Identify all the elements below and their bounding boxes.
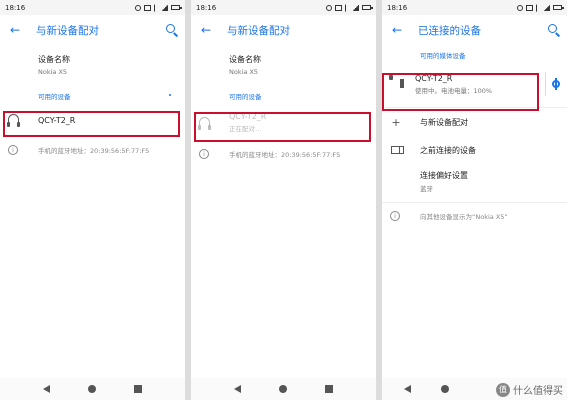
bluetooth-icon (154, 3, 158, 12)
plus-icon: + (391, 115, 401, 129)
visible-as-row: i 向其他设备显示为“Nokia X5” (382, 203, 567, 229)
visible-as-text: 向其他设备显示为“Nokia X5” (420, 213, 508, 221)
status-icons (517, 3, 564, 12)
highlight-box (3, 111, 180, 137)
bluetooth-icon (345, 3, 349, 12)
nav-back-icon[interactable] (404, 385, 411, 393)
section-title: 可用的设备 (229, 93, 262, 101)
device-name-row[interactable]: 设备名称 Nokia X5 (0, 45, 185, 85)
status-icons (326, 3, 373, 12)
image-icon (335, 4, 342, 11)
watermark-text: 什么值得买 (513, 386, 563, 397)
image-icon (526, 4, 533, 11)
status-bar: 18:16 (191, 0, 376, 15)
info-icon: i (8, 145, 18, 155)
image-icon (144, 4, 151, 11)
available-devices-header: 可用的设备 (191, 85, 376, 107)
alarm-icon (517, 4, 523, 11)
device-name-label: 设备名称 (38, 55, 70, 64)
nav-back-icon[interactable] (234, 385, 241, 393)
prefs-label: 连接偏好设置 (420, 170, 468, 180)
row-divider (545, 72, 546, 96)
bt-address-row: i 手机的蓝牙地址：20:39:56:5F:77:F5 (191, 141, 376, 167)
alarm-icon (326, 4, 332, 11)
signal-icon (352, 4, 359, 11)
watermark-logo: 值 (496, 382, 510, 397)
app-bar: ← 已连接的设备 (382, 15, 567, 45)
available-devices-header: 可用的设备 (0, 85, 185, 107)
status-time: 18:16 (5, 3, 26, 12)
nav-home-icon[interactable] (279, 385, 287, 393)
nav-home-icon[interactable] (88, 385, 96, 393)
back-arrow-icon[interactable]: ← (6, 21, 24, 39)
pair-new-device-row[interactable]: + 与新设备配对 (382, 108, 567, 136)
nav-back-icon[interactable] (43, 385, 50, 393)
page-title: 与新设备配对 (36, 24, 99, 37)
status-time: 18:16 (196, 3, 217, 12)
screen-connected-devices: 18:16 ← 已连接的设备 可用的媒体设备 QCY-T2_R 使用中。电池电量… (382, 0, 567, 400)
devices-icon (391, 146, 404, 154)
watermark: 值 什么值得买 (496, 382, 563, 397)
search-icon[interactable] (547, 23, 561, 37)
highlight-box (194, 112, 371, 142)
highlight-box (382, 73, 539, 111)
status-time: 18:16 (387, 3, 408, 12)
device-name-label: 设备名称 (229, 55, 261, 64)
section-title: 可用的设备 (38, 93, 71, 101)
nav-home-icon[interactable] (441, 385, 449, 393)
nav-bar (0, 378, 185, 400)
scanning-indicator (169, 94, 171, 96)
device-name-row[interactable]: 设备名称 Nokia X5 (191, 45, 376, 85)
bt-address-text: 手机的蓝牙地址：20:39:56:5F:77:F5 (229, 151, 341, 159)
screen-pairing-in-progress: 18:16 ← 与新设备配对 设备名称 Nokia X5 可用的设备 QCY-T… (191, 0, 376, 400)
signal-icon (543, 4, 550, 11)
status-bar: 18:16 (382, 0, 567, 15)
bt-address-row: i 手机的蓝牙地址：20:39:56:5F:77:F5 (0, 137, 185, 163)
battery-icon (171, 5, 182, 10)
back-arrow-icon[interactable]: ← (388, 21, 406, 39)
alarm-icon (135, 4, 141, 11)
prefs-sub: 蓝牙 (420, 184, 433, 193)
section-title: 可用的媒体设备 (420, 52, 466, 60)
info-icon: i (390, 211, 400, 221)
page-title: 与新设备配对 (227, 24, 290, 37)
device-name-value: Nokia X5 (38, 68, 68, 76)
media-devices-header: 可用的媒体设备 (382, 45, 567, 65)
nav-recents-icon[interactable] (325, 385, 333, 393)
gear-icon[interactable] (550, 78, 562, 90)
pair-new-label: 与新设备配对 (420, 117, 468, 127)
device-name-value: Nokia X5 (229, 68, 259, 76)
battery-icon (362, 5, 373, 10)
battery-icon (553, 5, 564, 10)
bt-address-text: 手机的蓝牙地址：20:39:56:5F:77:F5 (38, 147, 150, 155)
nav-bar (191, 378, 376, 400)
app-bar: ← 与新设备配对 (0, 15, 185, 45)
nav-recents-icon[interactable] (134, 385, 142, 393)
bluetooth-icon (536, 3, 540, 12)
signal-icon (161, 4, 168, 11)
app-bar: ← 与新设备配对 (191, 15, 376, 45)
previous-devices-row[interactable]: 之前连接的设备 (382, 136, 567, 164)
status-bar: 18:16 (0, 0, 185, 15)
info-icon: i (199, 149, 209, 159)
screen-pair-new-device: 18:16 ← 与新设备配对 设备名称 Nokia X5 可用的设备 QCY-T… (0, 0, 185, 400)
page-title: 已连接的设备 (418, 24, 481, 37)
back-arrow-icon[interactable]: ← (197, 21, 215, 39)
previous-label: 之前连接的设备 (420, 145, 476, 155)
status-icons (135, 3, 182, 12)
connection-prefs-row[interactable]: 连接偏好设置 蓝牙 (382, 164, 567, 198)
search-icon[interactable] (165, 23, 179, 37)
